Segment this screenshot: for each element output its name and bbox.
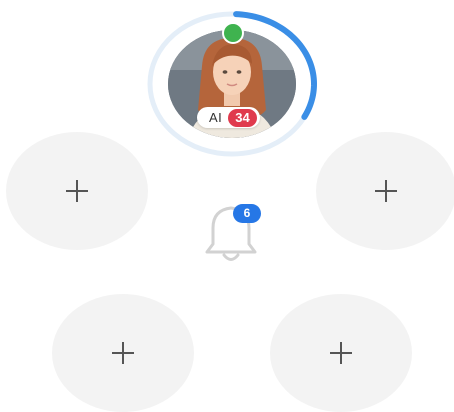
plus-icon — [375, 180, 397, 202]
notifications-button[interactable]: 6 — [193, 196, 273, 266]
add-slot-bottom-right[interactable] — [270, 294, 412, 412]
plus-icon — [112, 342, 134, 364]
online-status-dot — [222, 22, 244, 44]
add-slot-bottom-left[interactable] — [52, 294, 194, 412]
profile-avatar-ring[interactable]: AI 34 — [145, 8, 323, 158]
notification-count-badge: 6 — [233, 204, 261, 223]
add-slot-top-left[interactable] — [6, 132, 148, 250]
matches-screen: AI 34 6 — [0, 0, 454, 412]
ai-label: AI — [209, 110, 223, 125]
plus-icon — [66, 180, 88, 202]
add-slot-top-right[interactable] — [316, 132, 454, 250]
ai-score: 34 — [228, 108, 257, 127]
plus-icon — [330, 342, 352, 364]
ai-score-badge: AI 34 — [197, 107, 260, 128]
